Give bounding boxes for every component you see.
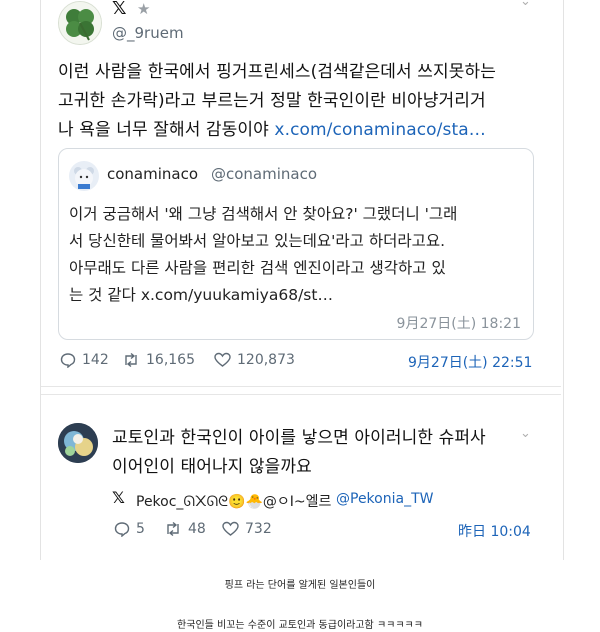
tweet-text-fragment: 나 욕을 너무 잘해서 감동이야	[58, 120, 275, 140]
avatar-image	[58, 423, 98, 463]
tweet-text-line: 이런 사람을 한국에서 핑거프린세스(검색같은데서 쓰지못하는	[58, 62, 496, 82]
quoted-text-line: 서 당신한테 물어봐서 알아보고 있는데요'라고 하더라고요.	[69, 232, 446, 250]
reply-action[interactable]: 5	[114, 521, 145, 537]
tweet-text-line: 이어인이 태어나지 않을까요	[112, 457, 312, 477]
tweet-text-line: 교토인과 한국인이 아이를 낳으면 아이러니한 슈퍼사	[112, 428, 486, 448]
divider	[41, 386, 561, 387]
caption-line: 한국인들 비꼬는 수준이 교토인과 동급이라고함 ㅋㅋㅋㅋㅋ	[177, 620, 423, 631]
quoted-text-line: 아무래도 다른 사람을 편리한 검색 엔진이라고 생각하고 있	[69, 259, 446, 277]
quoted-tweet[interactable]: conaminaco @conaminaco 이거 궁금해서 '왜 그냥 검색해…	[58, 148, 534, 340]
author-handle[interactable]: @_9ruem	[112, 24, 184, 42]
reply-icon	[60, 353, 76, 368]
x-logo-icon: 𝕏	[112, 0, 127, 19]
quoted-author-handle[interactable]: @conaminaco	[211, 165, 317, 183]
like-action[interactable]: 120,873	[214, 352, 295, 368]
star-icon: ★	[137, 0, 151, 18]
x-logo-icon: 𝕏	[112, 488, 125, 507]
clover-avatar-image	[59, 2, 101, 44]
retweet-action[interactable]: 16,165	[122, 352, 195, 368]
reply-icon	[114, 522, 130, 537]
caption-line: 핑프 라는 단어를 알게된 일본인들이	[224, 580, 376, 591]
retweet-action[interactable]: 48	[164, 521, 206, 537]
like-action[interactable]: 732	[222, 521, 272, 537]
quoted-avatar	[69, 161, 99, 191]
quoted-link[interactable]: x.com/yuukamiya68/st…	[141, 286, 333, 304]
like-count: 732	[245, 521, 272, 537]
tweet-link[interactable]: x.com/conaminaco/sta…	[274, 120, 485, 140]
quoted-text-line: 는 것 같다 x.com/yuukamiya68/st…	[69, 282, 529, 309]
quoted-text-line: 이거 궁금해서 '왜 그냥 검색해서 안 찾아요?' 그랬더니 '그래	[69, 205, 458, 223]
quoted-text-fragment: 는 것 같다	[69, 286, 141, 304]
heart-icon	[222, 521, 239, 536]
tweet-text-line: 나 욕을 너무 잘해서 감동이야 x.com/conaminaco/sta…	[58, 116, 548, 145]
heart-icon	[214, 352, 231, 367]
retweet-count: 48	[188, 521, 206, 537]
like-count: 120,873	[237, 352, 295, 368]
quoted-author-name[interactable]: conaminaco	[107, 165, 198, 183]
more-options-icon[interactable]: ⌄	[520, 0, 531, 9]
retweet-icon	[125, 352, 137, 368]
author-handle[interactable]: @Pekonia_TW	[336, 491, 433, 507]
avatar[interactable]	[58, 423, 98, 463]
tweet-text-line: 고귀한 손가락)라고 부르는거 정말 한국인이란 비아냥거리거	[58, 91, 486, 111]
quoted-timestamp[interactable]: 9月27日(土) 18:21	[397, 313, 521, 333]
reply-action[interactable]: 142	[60, 352, 109, 368]
bear-avatar-image	[74, 167, 94, 189]
author-name[interactable]: Pekoc_ᘏ᙭ᘏᘓ🙂🐣@ㅇI~엘르	[136, 491, 331, 511]
reply-count: 5	[136, 521, 145, 537]
reply-count: 142	[82, 352, 109, 368]
divider	[41, 394, 561, 395]
retweet-icon	[167, 521, 179, 537]
avatar[interactable]	[58, 1, 102, 45]
tweet-text: 이런 사람을 한국에서 핑거프린세스(검색같은데서 쓰지못하는 고귀한 손가락)…	[58, 58, 548, 145]
tweet-timestamp[interactable]: 昨日 10:04	[458, 521, 531, 541]
retweet-count: 16,165	[146, 352, 195, 368]
quoted-text: 이거 궁금해서 '왜 그냥 검색해서 안 찾아요?' 그랬더니 '그래 서 당신…	[69, 201, 529, 309]
tweet-text: 교토인과 한국인이 아이를 낳으면 아이러니한 슈퍼사 이어인이 태어나지 않을…	[112, 424, 532, 482]
tweet-timestamp[interactable]: 9月27日(土) 22:51	[408, 352, 532, 372]
